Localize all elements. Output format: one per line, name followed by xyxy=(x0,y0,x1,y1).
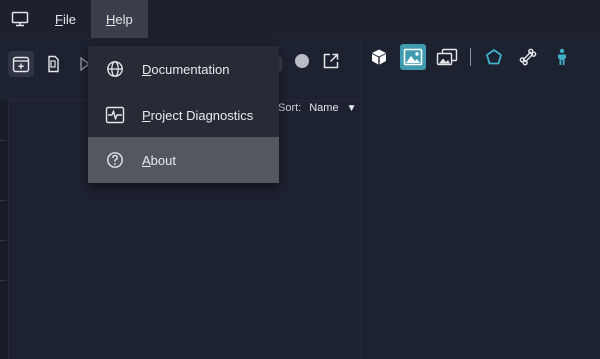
menu-file[interactable]: File xyxy=(40,0,91,38)
gallery-view-button[interactable] xyxy=(434,44,460,70)
view-toolbar xyxy=(276,52,340,75)
menu-help-label: elp xyxy=(115,11,133,27)
menu-item-label: Project Diagnostics xyxy=(142,107,254,123)
sort-dropdown-icon[interactable]: ▼ xyxy=(347,103,357,114)
person-icon xyxy=(558,48,566,65)
menu-file-mnemonic: F xyxy=(55,11,63,27)
menu-file-label: ile xyxy=(62,11,76,27)
toolbar-divider xyxy=(470,48,471,66)
help-menu-popup: Documentation Project Diagnostics About xyxy=(88,46,279,183)
menu-help-mnemonic: H xyxy=(105,11,116,27)
filesystem-sort: Sort: Name ▼ xyxy=(278,102,356,114)
3d-view-button[interactable] xyxy=(366,44,392,70)
diagnostics-icon xyxy=(88,106,142,124)
new-scene-button[interactable] xyxy=(8,51,34,77)
menu-item-label: Documentation xyxy=(142,61,230,77)
editor-toolbar xyxy=(366,42,575,72)
scene-toolbar xyxy=(8,48,98,80)
dock-tick xyxy=(0,280,6,281)
menu-item-documentation[interactable]: Documentation xyxy=(88,46,279,92)
new-script-button[interactable] xyxy=(40,51,66,77)
question-icon xyxy=(88,151,142,169)
menu-help[interactable]: Help xyxy=(90,0,148,38)
globe-icon xyxy=(88,60,142,78)
dock-tick xyxy=(0,140,6,141)
images-icon xyxy=(436,48,458,66)
character-button[interactable] xyxy=(549,44,575,70)
monitor-icon[interactable] xyxy=(0,0,40,38)
menu-item-label: About xyxy=(142,152,176,168)
sort-value[interactable]: Name xyxy=(309,102,338,114)
dock-tick xyxy=(0,200,6,201)
record-icon[interactable] xyxy=(294,53,310,74)
external-link-icon[interactable] xyxy=(322,52,340,75)
cube-icon xyxy=(372,49,386,65)
shape-button[interactable] xyxy=(481,44,507,70)
menu-item-project-diagnostics[interactable]: Project Diagnostics xyxy=(88,92,279,138)
pentagon-icon xyxy=(486,49,502,65)
sort-label: Sort: xyxy=(278,102,302,114)
menu-bar: File Help xyxy=(0,0,600,38)
bone-icon xyxy=(519,48,537,66)
image-icon xyxy=(403,48,423,66)
dock-tick xyxy=(0,240,6,241)
left-dock xyxy=(0,100,9,359)
dock-divider[interactable] xyxy=(360,38,361,359)
menu-item-about[interactable]: About xyxy=(88,137,279,183)
script-file-icon xyxy=(48,55,59,73)
bone-button[interactable] xyxy=(515,44,541,70)
new-scene-icon xyxy=(12,56,30,73)
image-view-button[interactable] xyxy=(400,44,426,70)
